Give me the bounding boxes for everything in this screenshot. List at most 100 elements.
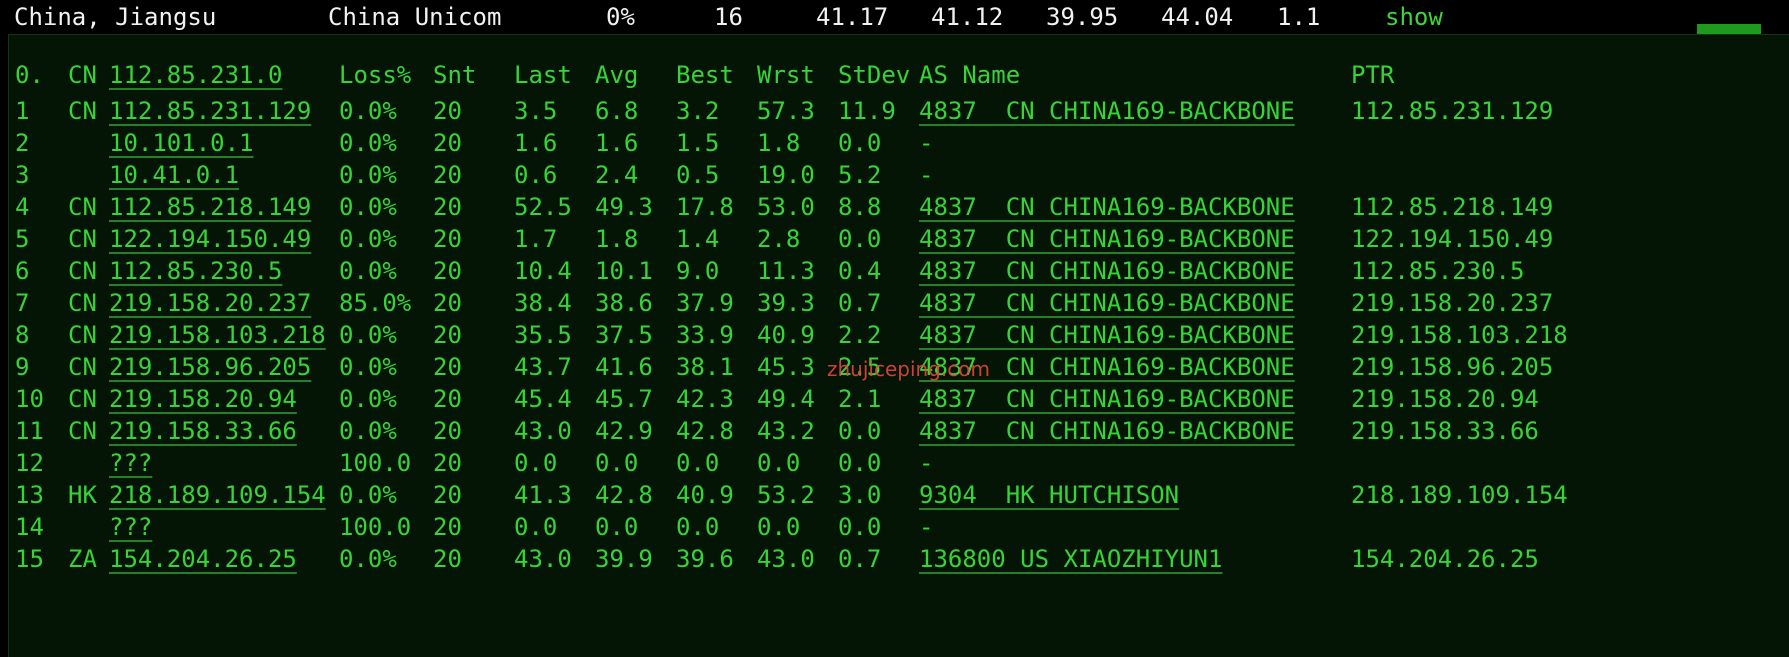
table-row: 11 CN 219.158.33.66 0.0% 20 43.0 42.9 42.8 43.2 0…: [9, 413, 1789, 449]
header-loss: Loss%: [339, 61, 412, 89]
hop-number: 15: [15, 545, 44, 573]
table-row: 5 CN 122.194.150.49 0.0% 20 1.7 1.8 1.4 2.8 0.0 48…: [9, 221, 1789, 257]
wrst-value: 0.0: [757, 449, 801, 477]
as-name-link[interactable]: 4837 CN CHINA169-BACKBONE: [919, 221, 1295, 257]
stdev-value: 0.0: [838, 417, 882, 445]
snt-value: 20: [433, 289, 462, 317]
country-code: ZA: [68, 545, 97, 573]
show-indicator: [1697, 24, 1761, 34]
ptr-value: 219.158.33.66: [1351, 417, 1539, 445]
avg-value: 38.6: [595, 289, 653, 317]
host-link[interactable]: 122.194.150.49: [109, 221, 311, 257]
best-value: 17.8: [676, 193, 734, 221]
host-link[interactable]: 112.85.230.5: [109, 253, 282, 289]
best-value: 42.8: [676, 417, 734, 445]
as-name: -: [919, 449, 934, 477]
last-value: 43.0: [514, 417, 572, 445]
wrst-value: 11.3: [757, 257, 815, 285]
loss-value: 85.0%: [339, 289, 412, 317]
hop-number: 13: [15, 481, 44, 509]
table-row: 14??? 100.0 20 0.0 0.0 0.0 0.0 0.0 -: [9, 509, 1789, 545]
summary-row: China, Jiangsu China Unicom 0% 16 41.17 …: [0, 0, 1789, 34]
stdev-value: 0.0: [838, 129, 882, 157]
stdev-value: 2.1: [838, 385, 882, 413]
loss-value: 0.0%: [339, 417, 397, 445]
best-value: 40.9: [676, 481, 734, 509]
avg-value: 41.6: [595, 353, 653, 381]
last-value: 0.6: [514, 161, 558, 189]
as-name-link[interactable]: 4837 CN CHINA169-BACKBONE: [919, 253, 1295, 289]
as-name-link[interactable]: 4837 CN CHINA169-BACKBONE: [919, 381, 1295, 417]
ptr-value: 122.194.150.49: [1351, 225, 1554, 253]
best-value: 42.3: [676, 385, 734, 413]
stdev-value: 0.0: [838, 449, 882, 477]
country-code: HK: [68, 481, 97, 509]
host-link[interactable]: 112.85.218.149: [109, 189, 311, 225]
loss-value: 0.0%: [339, 353, 397, 381]
header-host-link[interactable]: 112.85.231.0: [109, 57, 282, 93]
host-link[interactable]: 219.158.20.94: [109, 381, 297, 417]
host-link[interactable]: 10.101.0.1: [109, 125, 254, 161]
hop-number: 12: [15, 449, 44, 477]
stdev-value: 0.7: [838, 289, 882, 317]
as-name-link[interactable]: 4837 CN CHINA169-BACKBONE: [919, 317, 1295, 353]
as-name-link[interactable]: 136800 US XIAOZHIYUN1: [919, 541, 1222, 577]
host-link[interactable]: 10.41.0.1: [109, 157, 239, 193]
host-link[interactable]: 219.158.103.218: [109, 317, 326, 353]
as-name-link[interactable]: 4837 CN CHINA169-BACKBONE: [919, 285, 1295, 321]
summary-isp: China Unicom: [328, 3, 502, 31]
header-wrst: Wrst: [757, 61, 815, 89]
hop-number: 7: [15, 289, 30, 317]
summary-sent: 16: [714, 3, 743, 31]
hop-number: 2: [15, 129, 30, 157]
last-value: 43.0: [514, 545, 572, 573]
wrst-value: 43.0: [757, 545, 815, 573]
host-link[interactable]: ???: [109, 509, 152, 545]
hop-number: 3: [15, 161, 30, 189]
country-code: CN: [68, 321, 97, 349]
table-row: 6 CN 112.85.230.5 0.0% 20 10.4 10.1 9.0 11.3 0.4 4…: [9, 253, 1789, 289]
avg-value: 45.7: [595, 385, 653, 413]
table-row: 15 ZA 154.204.26.25 0.0% 20 43.0 39.9 39.6 43.0 0…: [9, 541, 1789, 577]
country-code: CN: [68, 417, 97, 445]
avg-value: 37.5: [595, 321, 653, 349]
host-link[interactable]: 219.158.96.205: [109, 349, 311, 385]
host-link[interactable]: 218.189.109.154: [109, 477, 326, 513]
as-name-link[interactable]: 4837 CN CHINA169-BACKBONE: [919, 413, 1295, 449]
avg-value: 0.0: [595, 513, 639, 541]
header-avg: Avg: [595, 61, 639, 89]
as-name-link[interactable]: 4837 CN CHINA169-BACKBONE: [919, 189, 1295, 225]
best-value: 3.2: [676, 97, 720, 125]
best-value: 9.0: [676, 257, 720, 285]
show-link[interactable]: show: [1385, 0, 1443, 34]
wrst-value: 49.4: [757, 385, 815, 413]
snt-value: 20: [433, 97, 462, 125]
last-value: 10.4: [514, 257, 572, 285]
loss-value: 0.0%: [339, 385, 397, 413]
host-link[interactable]: 219.158.33.66: [109, 413, 297, 449]
host-link[interactable]: 112.85.231.129: [109, 93, 311, 129]
last-value: 0.0: [514, 449, 558, 477]
best-value: 0.0: [676, 513, 720, 541]
wrst-value: 43.2: [757, 417, 815, 445]
loss-value: 0.0%: [339, 193, 397, 221]
watermark-text: zhujiceping.com: [827, 357, 990, 381]
best-value: 33.9: [676, 321, 734, 349]
hop-number: 4: [15, 193, 30, 221]
host-link[interactable]: 219.158.20.237: [109, 285, 311, 321]
as-name: -: [919, 513, 934, 541]
wrst-value: 57.3: [757, 97, 815, 125]
stdev-value: 2.2: [838, 321, 882, 349]
last-value: 3.5: [514, 97, 558, 125]
avg-value: 42.9: [595, 417, 653, 445]
host-link[interactable]: 154.204.26.25: [109, 541, 297, 577]
as-name-link[interactable]: 9304 HK HUTCHISON: [919, 477, 1179, 513]
host-link[interactable]: ???: [109, 445, 152, 481]
snt-value: 20: [433, 481, 462, 509]
as-name-link[interactable]: 4837 CN CHINA169-BACKBONE: [919, 93, 1295, 129]
avg-value: 49.3: [595, 193, 653, 221]
header-hop-number: 0.: [15, 61, 44, 89]
header-stdev: StDev: [838, 61, 911, 89]
last-value: 35.5: [514, 321, 572, 349]
snt-value: 20: [433, 385, 462, 413]
